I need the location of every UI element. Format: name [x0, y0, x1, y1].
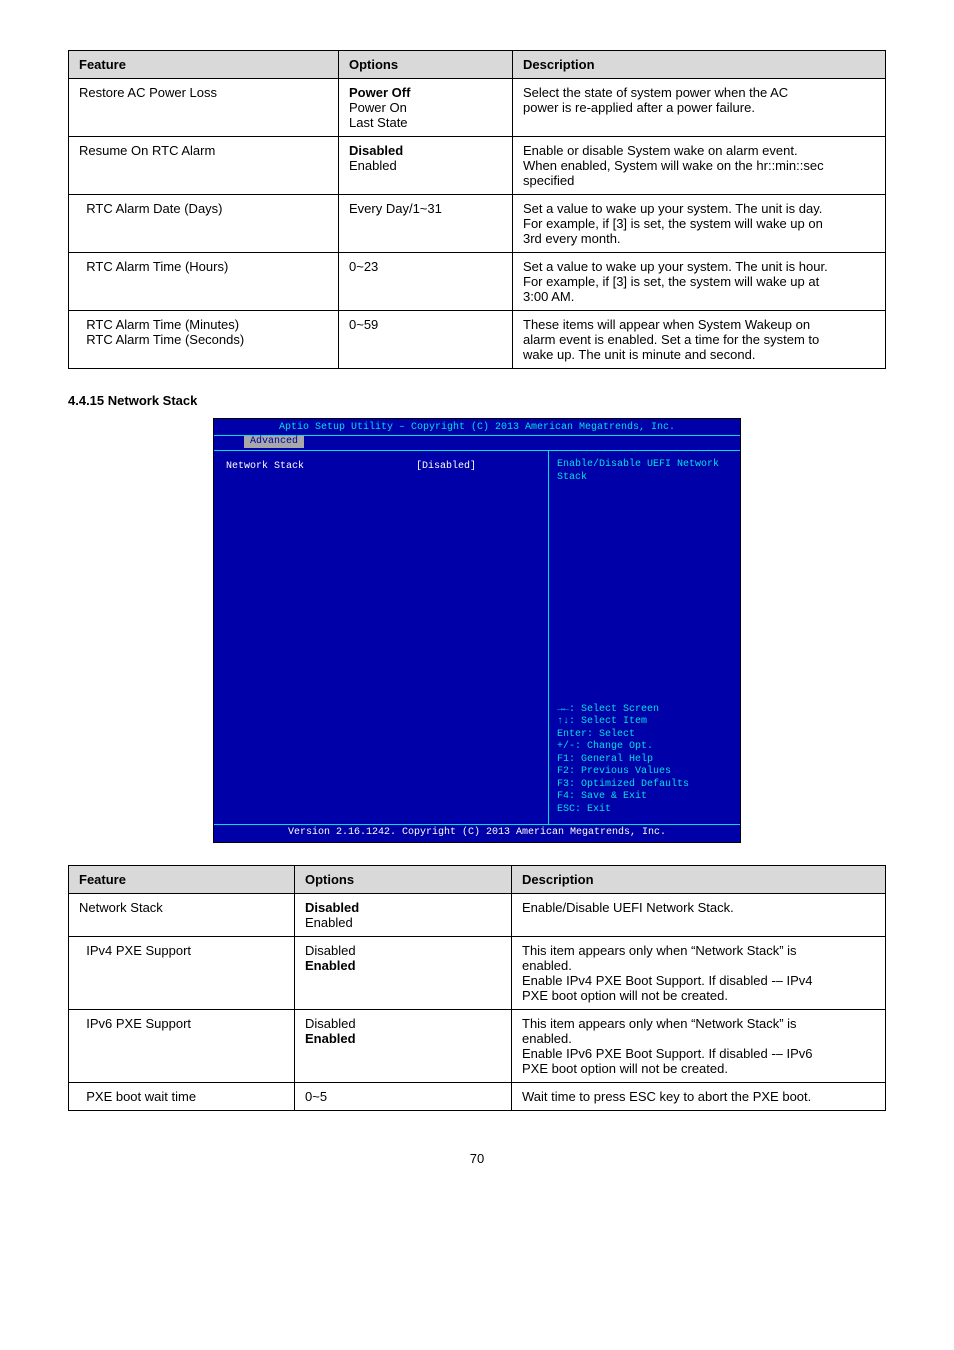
bios-key: +/-: Change Opt.: [557, 741, 732, 754]
cell-feature: Network Stack: [69, 893, 295, 936]
table-row: RTC Alarm Time (Hours) 0~23 Set a value …: [69, 253, 886, 311]
page-number: 70: [68, 1151, 886, 1166]
bios-key: F1: General Help: [557, 754, 732, 767]
options-table-1: Feature Options Description Restore AC P…: [68, 50, 886, 369]
bios-setting-row[interactable]: Network Stack [Disabled]: [226, 461, 536, 474]
cell-desc: This item appears only when “Network Sta…: [512, 1009, 886, 1082]
bios-key: F2: Previous Values: [557, 766, 732, 779]
cell-desc: Set a value to wake up your system. The …: [513, 195, 886, 253]
col-header-options: Options: [339, 51, 513, 79]
cell-options: Disabled Enabled: [339, 137, 513, 195]
cell-desc: Enable/Disable UEFI Network Stack.: [512, 893, 886, 936]
cell-feature: IPv4 PXE Support: [69, 936, 295, 1009]
bios-key: ESC: Exit: [557, 804, 732, 817]
col-header-options: Options: [295, 865, 512, 893]
bios-key-hints: →←: Select Screen ↑↓: Select Item Enter:…: [557, 704, 732, 817]
cell-options: Disabled Enabled: [295, 893, 512, 936]
bios-key: ↑↓: Select Item: [557, 716, 732, 729]
cell-feature: RTC Alarm Time (Hours): [69, 253, 339, 311]
bios-right-pane: Enable/Disable UEFI Network Stack →←: Se…: [548, 451, 740, 824]
cell-options: 0~23: [339, 253, 513, 311]
cell-desc: Wait time to press ESC key to abort the …: [512, 1082, 886, 1110]
cell-feature: RTC Alarm Date (Days): [69, 195, 339, 253]
bios-tab-advanced[interactable]: Advanced: [244, 436, 304, 449]
bios-tabrow: Advanced: [214, 436, 740, 451]
bios-setting-label: Network Stack: [226, 461, 416, 474]
bios-key: F3: Optimized Defaults: [557, 779, 732, 792]
cell-desc: Set a value to wake up your system. The …: [513, 253, 886, 311]
col-header-feature: Feature: [69, 865, 295, 893]
bios-title: Aptio Setup Utility – Copyright (C) 2013…: [214, 419, 740, 436]
cell-desc: Enable or disable System wake on alarm e…: [513, 137, 886, 195]
bios-key: F4: Save & Exit: [557, 791, 732, 804]
cell-options: 0~5: [295, 1082, 512, 1110]
table-row: Restore AC Power Loss Power Off Power On…: [69, 79, 886, 137]
cell-feature: PXE boot wait time: [69, 1082, 295, 1110]
table-row: IPv6 PXE Support Disabled Enabled This i…: [69, 1009, 886, 1082]
cell-options: Disabled Enabled: [295, 1009, 512, 1082]
table-row: PXE boot wait time 0~5 Wait time to pres…: [69, 1082, 886, 1110]
col-header-description: Description: [513, 51, 886, 79]
section-title: 4.4.15 Network Stack: [68, 393, 886, 408]
cell-desc: Select the state of system power when th…: [513, 79, 886, 137]
bios-screenshot: Aptio Setup Utility – Copyright (C) 2013…: [213, 418, 741, 843]
cell-feature: Restore AC Power Loss: [69, 79, 339, 137]
table-row: Network Stack Disabled Enabled Enable/Di…: [69, 893, 886, 936]
col-header-feature: Feature: [69, 51, 339, 79]
cell-feature: IPv6 PXE Support: [69, 1009, 295, 1082]
bios-help-text: Enable/Disable UEFI Network Stack: [557, 459, 732, 484]
bios-key: →←: Select Screen: [557, 704, 732, 717]
cell-desc: These items will appear when System Wake…: [513, 311, 886, 369]
table-row: RTC Alarm Date (Days) Every Day/1~31 Set…: [69, 195, 886, 253]
table-row: RTC Alarm Time (Minutes) RTC Alarm Time …: [69, 311, 886, 369]
cell-desc: This item appears only when “Network Sta…: [512, 936, 886, 1009]
cell-options: Every Day/1~31: [339, 195, 513, 253]
cell-options: Disabled Enabled: [295, 936, 512, 1009]
cell-options: 0~59: [339, 311, 513, 369]
bios-key: Enter: Select: [557, 729, 732, 742]
bios-footer: Version 2.16.1242. Copyright (C) 2013 Am…: [214, 824, 740, 842]
col-header-description: Description: [512, 865, 886, 893]
bios-setting-value: [Disabled]: [416, 461, 536, 474]
cell-feature: Resume On RTC Alarm: [69, 137, 339, 195]
bios-left-pane: Network Stack [Disabled]: [214, 451, 548, 824]
cell-options: Power Off Power On Last State: [339, 79, 513, 137]
options-table-2-final: Feature Options Description Network Stac…: [68, 865, 886, 1111]
cell-feature: RTC Alarm Time (Minutes) RTC Alarm Time …: [69, 311, 339, 369]
table-row: Resume On RTC Alarm Disabled Enabled Ena…: [69, 137, 886, 195]
table-row: IPv4 PXE Support Disabled Enabled This i…: [69, 936, 886, 1009]
